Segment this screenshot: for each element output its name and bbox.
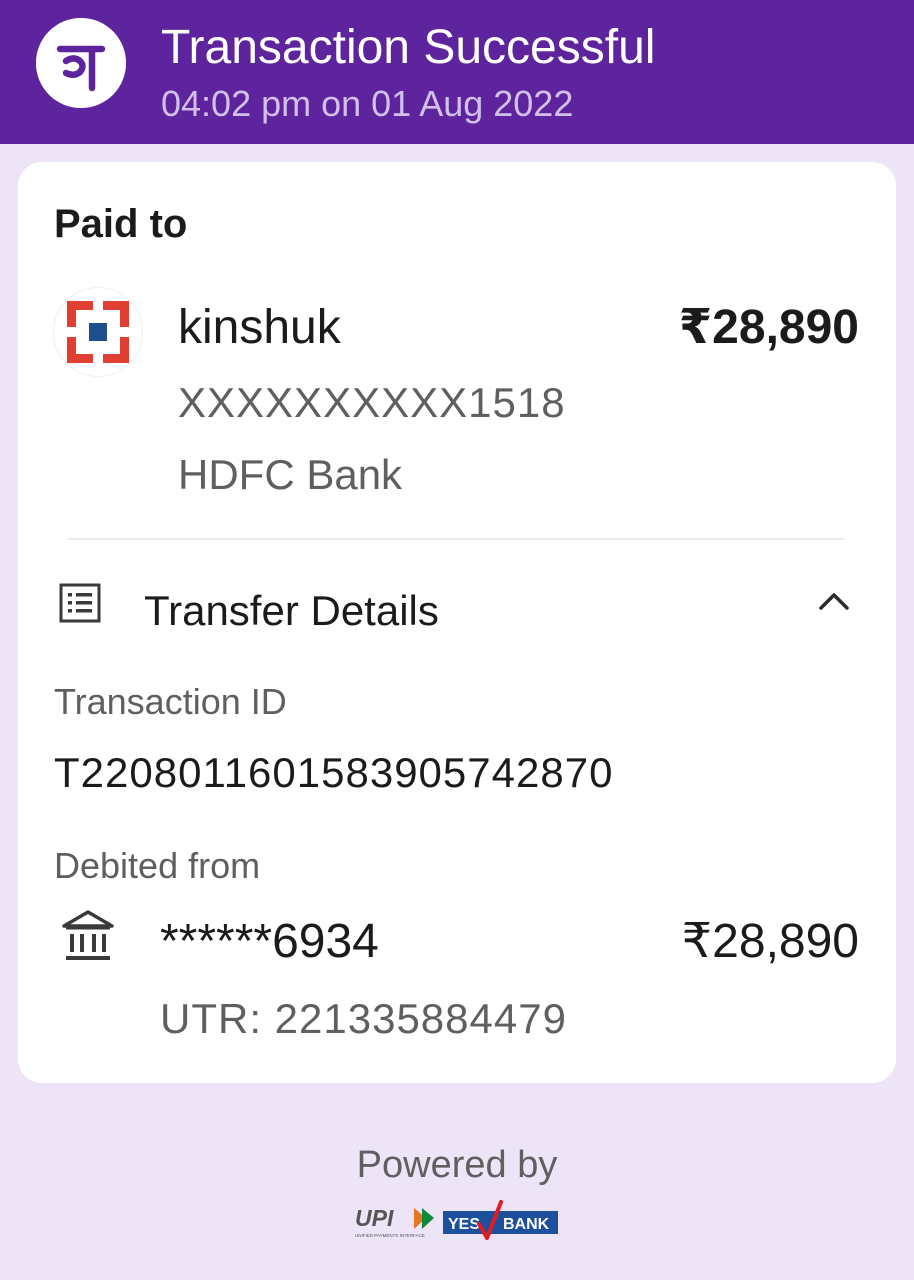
payee-bank-name: HDFC Bank: [178, 451, 403, 498]
debit-amount: ₹28,890: [681, 915, 859, 968]
payee-name: kinshuk: [178, 301, 341, 354]
phonepe-logo-icon: [36, 18, 126, 108]
svg-text:UPI: UPI: [355, 1205, 394, 1231]
transaction-status-title: Transaction Successful: [161, 21, 656, 74]
upi-logo-icon: UPI UNIFIED PAYMENTS INTERFACE: [355, 1205, 434, 1238]
transaction-timestamp: 04:02 pm on 01 Aug 2022: [161, 83, 574, 124]
chevron-up-icon[interactable]: [816, 586, 852, 614]
section-divider: [68, 538, 844, 540]
hdfc-bank-logo-icon: [54, 288, 142, 376]
bank-building-icon: [62, 910, 114, 960]
yes-bank-logo-icon: YES BANK: [443, 1200, 558, 1240]
debit-account-number: ******6934: [160, 915, 379, 968]
utr-number: UTR: 221335884479: [160, 995, 567, 1042]
receipt-list-icon: [59, 583, 101, 623]
transaction-id-value: T2208011601583905742870: [54, 749, 614, 796]
header-bar: Transaction Successful 04:02 pm on 01 Au…: [0, 0, 914, 144]
svg-text:YES: YES: [448, 1216, 480, 1233]
payee-account-number: XXXXXXXXXX1518: [178, 379, 566, 426]
paid-amount: ₹28,890: [678, 301, 859, 354]
transaction-card: Paid to kinshuk ₹28,890 XXXXXXXXXX1518 H…: [18, 162, 896, 1083]
powered-by-label: Powered by: [356, 1144, 558, 1186]
svg-text:UNIFIED PAYMENTS INTERFACE: UNIFIED PAYMENTS INTERFACE: [355, 1233, 425, 1238]
debited-from-label: Debited from: [54, 845, 261, 886]
svg-text:BANK: BANK: [503, 1216, 550, 1233]
transfer-details-toggle[interactable]: Transfer Details: [144, 586, 439, 636]
transaction-id-label: Transaction ID: [54, 681, 287, 722]
paid-to-label: Paid to: [54, 202, 188, 246]
